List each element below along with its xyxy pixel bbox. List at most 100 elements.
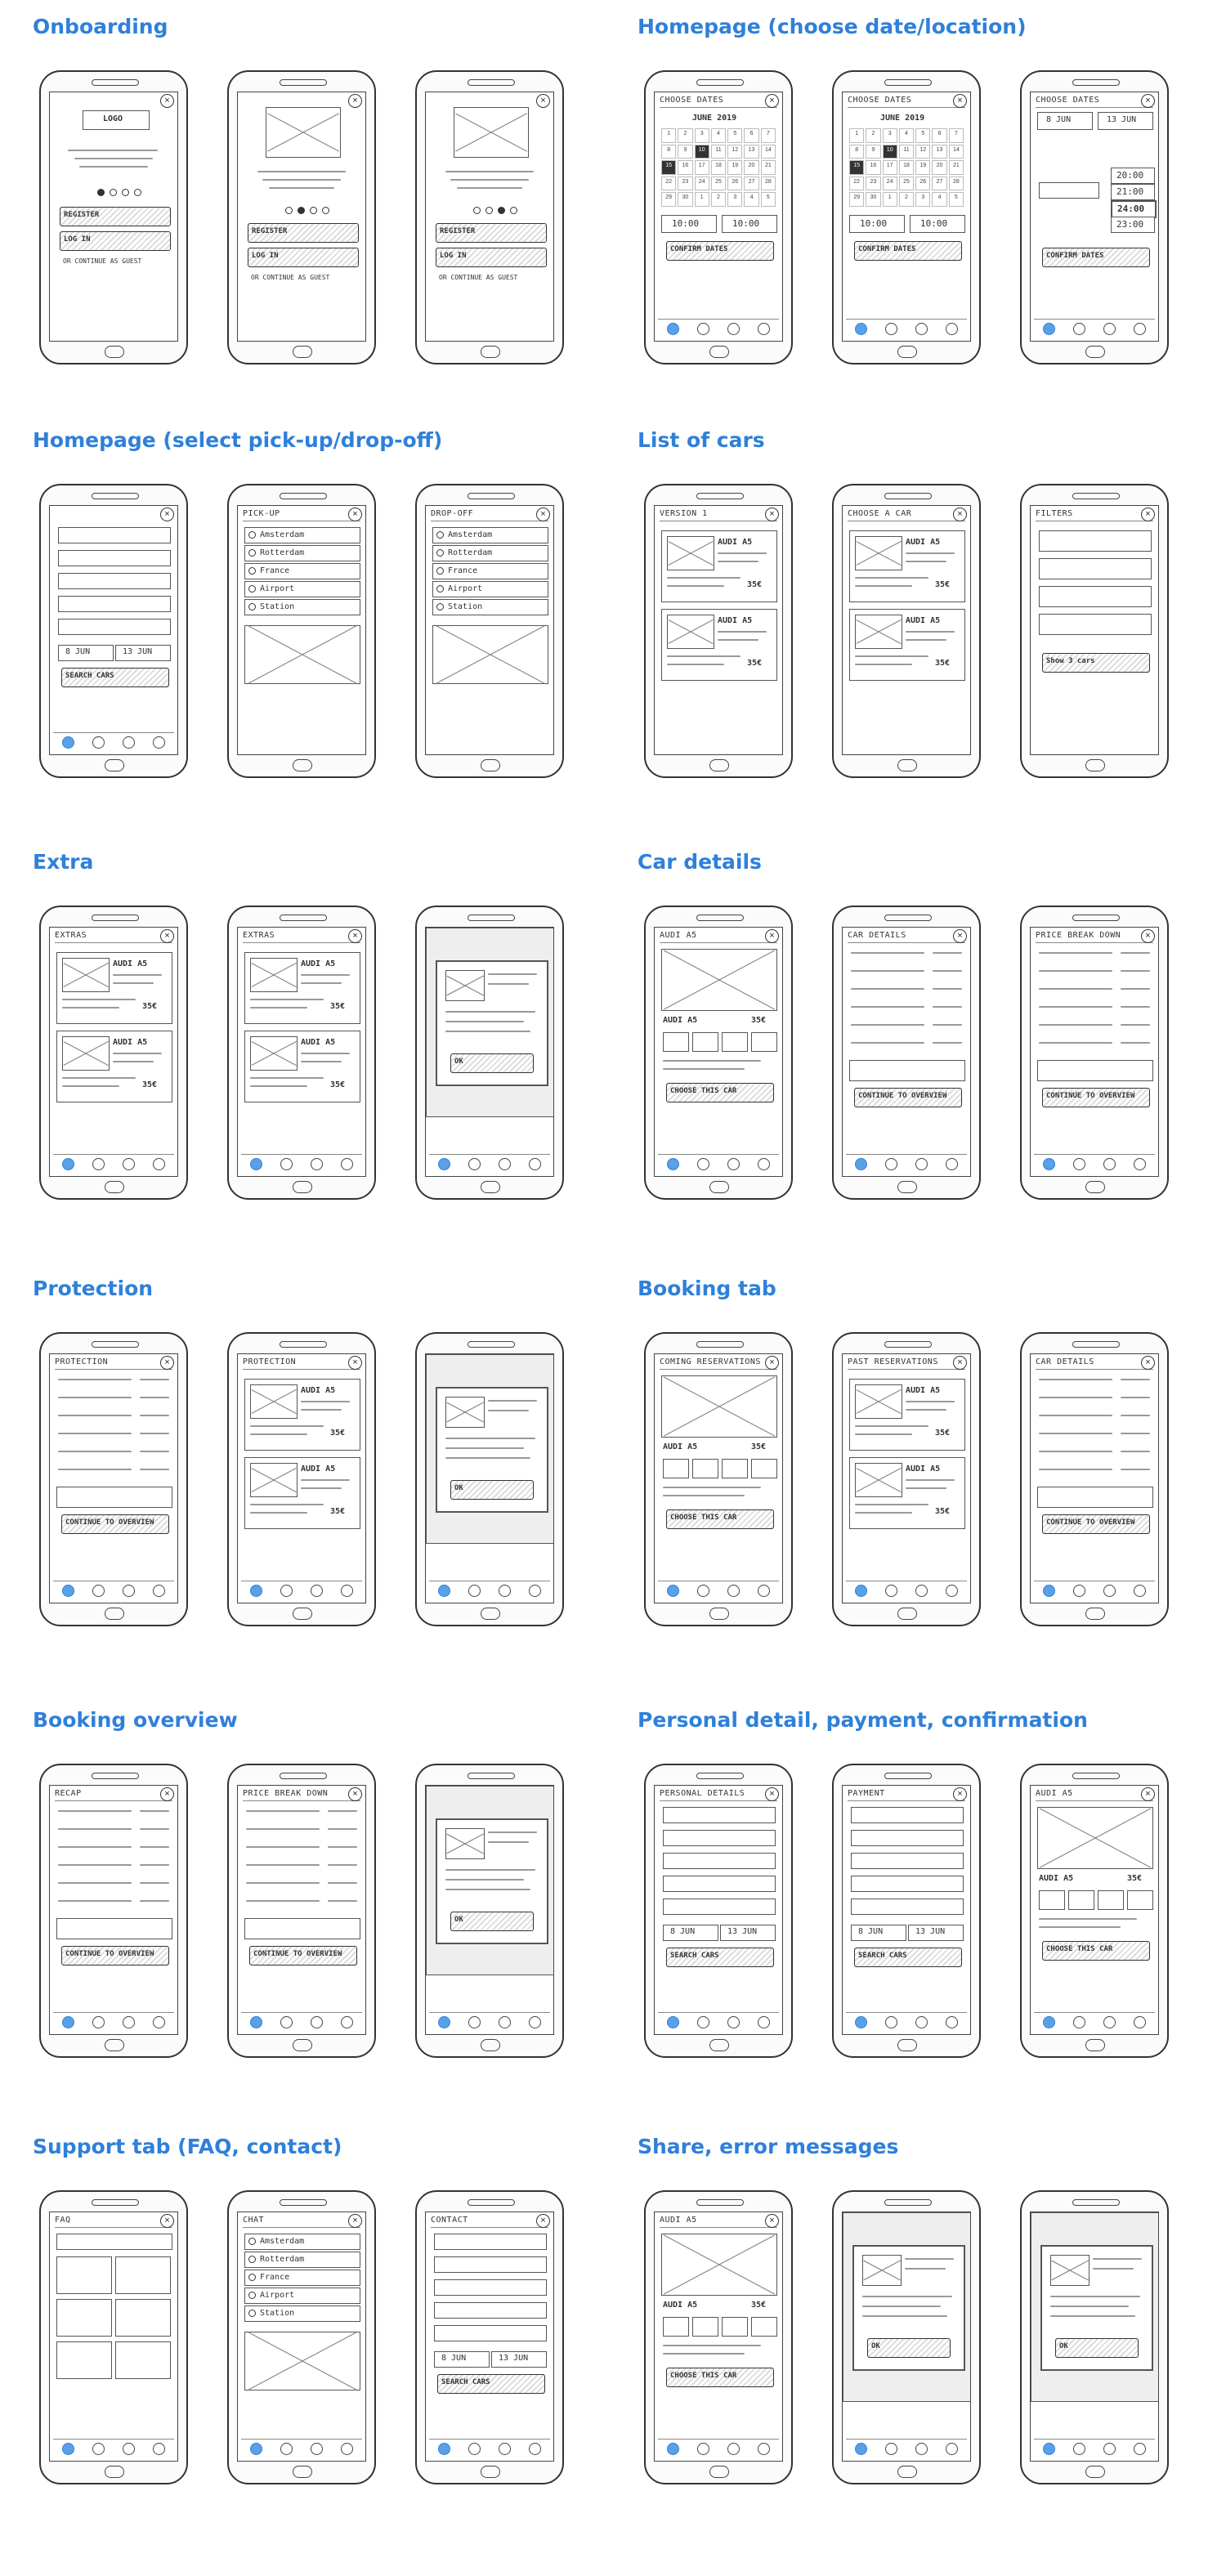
calendar-day[interactable]: 3 xyxy=(915,192,931,207)
popup-ok-button[interactable]: OK xyxy=(450,1912,534,1931)
home-button[interactable] xyxy=(481,759,500,771)
choose-car-button[interactable]: CHOOSE THIS CAR xyxy=(666,1083,774,1102)
nav-tab-icon[interactable] xyxy=(1073,2015,1085,2028)
calendar-grid[interactable]: 1 2 3 4 5 6 7 8 9 10 11 12 13 14 15 16 17 18 19 20 21 22 23 24 2… xyxy=(849,128,964,207)
calendar-day[interactable]: 12 xyxy=(727,144,743,159)
home-button[interactable] xyxy=(709,346,729,358)
radio-icon[interactable] xyxy=(248,585,256,593)
nav-tab-icon[interactable] xyxy=(529,2015,541,2028)
close-icon[interactable]: × xyxy=(348,1356,362,1370)
close-icon[interactable]: × xyxy=(1141,929,1155,943)
register-button[interactable]: REGISTER xyxy=(60,207,171,226)
calendar-day[interactable]: 4 xyxy=(932,192,947,207)
nav-tab-icon[interactable] xyxy=(1043,2442,1055,2455)
nav-tab-icon[interactable] xyxy=(885,1157,897,1170)
calendar-day[interactable]: 15 xyxy=(661,160,677,175)
calendar-day[interactable]: 1 xyxy=(694,192,709,207)
home-button[interactable] xyxy=(293,346,312,358)
radio-icon[interactable] xyxy=(248,549,256,557)
close-icon[interactable]: × xyxy=(1141,1787,1155,1801)
pagination-dot[interactable] xyxy=(122,189,129,196)
close-icon[interactable]: × xyxy=(160,508,174,521)
home-button[interactable] xyxy=(709,1608,729,1620)
nav-tab-icon[interactable] xyxy=(667,2442,679,2455)
close-icon[interactable]: × xyxy=(348,1787,362,1801)
nav-tab-icon[interactable] xyxy=(758,2442,770,2455)
close-icon[interactable]: × xyxy=(765,2214,779,2228)
nav-tab-icon[interactable] xyxy=(62,1157,74,1170)
close-icon[interactable]: × xyxy=(953,1787,967,1801)
nav-tab-icon[interactable] xyxy=(250,1584,262,1597)
calendar-day[interactable]: 21 xyxy=(760,160,776,175)
calendar-day[interactable]: 23 xyxy=(678,176,693,191)
nav-tab-icon[interactable] xyxy=(1073,2442,1085,2455)
radio-icon[interactable] xyxy=(248,2292,256,2299)
choose-car-button[interactable]: CHOOSE THIS CAR xyxy=(666,2368,774,2387)
close-icon[interactable]: × xyxy=(765,1356,779,1370)
nav-tab-icon[interactable] xyxy=(946,2442,958,2455)
calendar-day[interactable]: 24 xyxy=(882,176,897,191)
nav-tab-icon[interactable] xyxy=(529,2442,541,2455)
calendar-day[interactable]: 14 xyxy=(760,144,776,159)
nav-tab-icon[interactable] xyxy=(697,322,709,335)
nav-tab-icon[interactable] xyxy=(885,1584,897,1597)
radio-icon[interactable] xyxy=(436,549,444,557)
nav-tab-icon[interactable] xyxy=(727,1584,740,1597)
radio-icon[interactable] xyxy=(436,567,444,575)
submit-button[interactable]: SEARCH CARS xyxy=(61,668,169,687)
calendar-day[interactable]: 30 xyxy=(866,192,881,207)
calendar-day[interactable]: 12 xyxy=(915,144,931,159)
nav-tab-icon[interactable] xyxy=(280,1584,293,1597)
nav-tab-icon[interactable] xyxy=(153,1584,165,1597)
calendar-day[interactable]: 22 xyxy=(661,176,677,191)
radio-icon[interactable] xyxy=(248,603,256,610)
calendar-day[interactable]: 11 xyxy=(710,144,727,159)
nav-tab-icon[interactable] xyxy=(529,1584,541,1597)
nav-tab-icon[interactable] xyxy=(341,2442,353,2455)
calendar-day[interactable]: 16 xyxy=(866,160,881,175)
nav-tab-icon[interactable] xyxy=(153,1157,165,1170)
calendar-day[interactable]: 1 xyxy=(882,192,897,207)
calendar-day[interactable]: 5 xyxy=(948,192,964,207)
calendar-day[interactable]: 10 xyxy=(882,144,897,159)
nav-tab-icon[interactable] xyxy=(855,2015,867,2028)
nav-tab-icon[interactable] xyxy=(468,2015,481,2028)
nav-tab-icon[interactable] xyxy=(1103,1157,1116,1170)
home-button[interactable] xyxy=(105,1608,124,1620)
calendar-day[interactable]: 22 xyxy=(849,176,865,191)
calendar-day[interactable]: 5 xyxy=(727,128,743,143)
close-icon[interactable]: × xyxy=(160,929,174,943)
login-button[interactable]: LOG IN xyxy=(436,248,547,267)
home-button[interactable] xyxy=(293,2466,312,2478)
nav-tab-icon[interactable] xyxy=(1134,2442,1146,2455)
nav-tab-icon[interactable] xyxy=(1043,322,1055,335)
calendar-day[interactable]: 5 xyxy=(760,192,776,207)
nav-tab-icon[interactable] xyxy=(1134,2015,1146,2028)
calendar-day[interactable]: 1 xyxy=(849,128,865,143)
nav-tab-icon[interactable] xyxy=(667,2015,679,2028)
calendar-day[interactable]: 5 xyxy=(915,128,931,143)
register-button[interactable]: REGISTER xyxy=(248,223,359,243)
nav-tab-icon[interactable] xyxy=(250,2015,262,2028)
calendar-day[interactable]: 3 xyxy=(727,192,743,207)
home-button[interactable] xyxy=(105,2039,124,2051)
calendar-day[interactable]: 26 xyxy=(915,176,931,191)
calendar-day[interactable]: 9 xyxy=(678,144,693,159)
radio-icon[interactable] xyxy=(248,531,256,539)
nav-tab-icon[interactable] xyxy=(758,322,770,335)
nav-tab-icon[interactable] xyxy=(885,2442,897,2455)
calendar-day[interactable]: 25 xyxy=(898,176,915,191)
calendar-day[interactable]: 2 xyxy=(898,192,915,207)
radio-icon[interactable] xyxy=(248,2310,256,2317)
nav-tab-icon[interactable] xyxy=(311,2442,323,2455)
home-button[interactable] xyxy=(1085,346,1105,358)
continue-button[interactable]: CONTINUE TO OVERVIEW xyxy=(61,1946,169,1966)
home-button[interactable] xyxy=(293,1181,312,1193)
close-icon[interactable]: × xyxy=(1141,94,1155,108)
nav-tab-icon[interactable] xyxy=(667,1157,679,1170)
home-button[interactable] xyxy=(481,1608,500,1620)
nav-tab-icon[interactable] xyxy=(280,2442,293,2455)
calendar-grid[interactable]: 1 2 3 4 5 6 7 8 9 10 11 12 13 14 15 16 17 18 19 20 21 22 23 24 2… xyxy=(661,128,776,207)
calendar-day[interactable]: 2 xyxy=(678,128,693,143)
continue-button[interactable]: CONTINUE TO OVERVIEW xyxy=(854,1088,962,1107)
